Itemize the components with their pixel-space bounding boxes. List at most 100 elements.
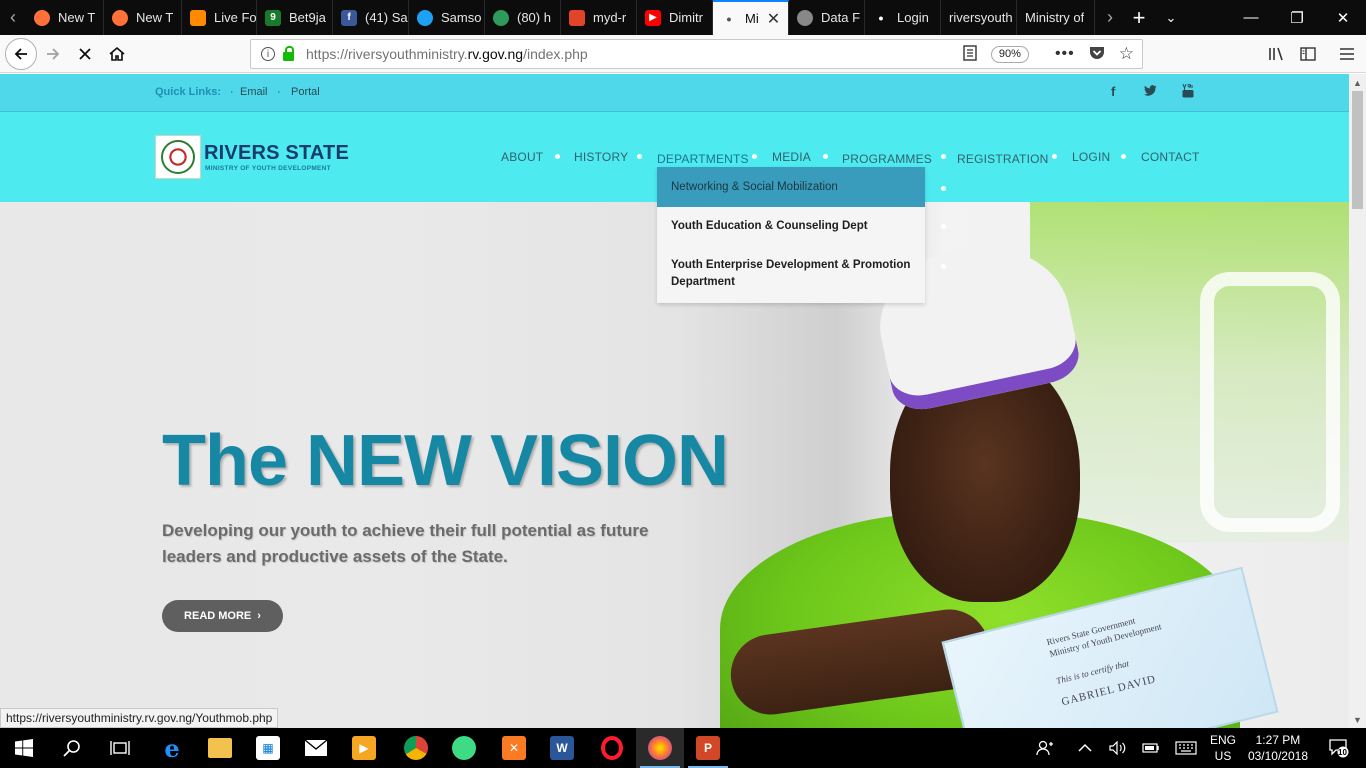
powerpoint-icon[interactable]: P bbox=[684, 728, 732, 768]
forward-button[interactable] bbox=[38, 39, 68, 69]
address-bar[interactable]: i https://riversyouthministry.rv.gov.ng/… bbox=[250, 39, 1143, 69]
region-label: US bbox=[1214, 749, 1232, 763]
lock-icon[interactable] bbox=[283, 45, 294, 61]
start-button[interactable] bbox=[0, 728, 48, 768]
list-all-tabs-icon[interactable]: ⌄ bbox=[1158, 0, 1184, 35]
volume-icon[interactable] bbox=[1109, 728, 1127, 768]
nav-departments[interactable]: DEPARTMENTS bbox=[657, 152, 749, 166]
system-clock[interactable]: 1:27 PM 03/10/2018 bbox=[1248, 732, 1308, 764]
browser-tab[interactable]: 9 Bet9ja bbox=[257, 0, 333, 35]
page-actions-icon[interactable]: ••• bbox=[1055, 45, 1075, 63]
word-icon[interactable]: W bbox=[538, 728, 586, 768]
browser-tab[interactable]: ▶ Dimitr bbox=[637, 0, 713, 35]
nav-programmes[interactable]: PROGRAMMES bbox=[842, 152, 932, 166]
task-view-icon[interactable] bbox=[96, 728, 144, 768]
browser-tab[interactable]: Samso bbox=[409, 0, 485, 35]
departments-dropdown: Networking & Social Mobilization Youth E… bbox=[657, 167, 925, 303]
facebook-icon[interactable]: f bbox=[1111, 84, 1115, 99]
search-icon[interactable] bbox=[48, 728, 96, 768]
tab-label: Mi bbox=[745, 11, 759, 26]
scroll-down-icon[interactable]: ▼ bbox=[1349, 711, 1366, 728]
reader-view-icon[interactable] bbox=[963, 44, 977, 64]
chrome-icon[interactable] bbox=[392, 728, 440, 768]
people-icon[interactable] bbox=[1036, 728, 1054, 768]
nav-registration[interactable]: REGISTRATION bbox=[957, 152, 1049, 166]
chevron-up-icon[interactable] bbox=[1078, 728, 1092, 768]
zoom-indicator[interactable]: 90% bbox=[990, 45, 1029, 63]
browser-tab[interactable]: • Login bbox=[865, 0, 941, 35]
dropdown-item-networking[interactable]: Networking & Social Mobilization bbox=[657, 167, 925, 207]
twitter-icon[interactable] bbox=[1144, 84, 1157, 99]
browser-tab[interactable]: f (41) Sa bbox=[333, 0, 409, 35]
tab-scroll-left-icon[interactable]: ‹ bbox=[0, 0, 26, 35]
quick-link-portal[interactable]: Portal bbox=[291, 86, 320, 98]
browser-tab[interactable]: Live Fo bbox=[182, 0, 257, 35]
firefox-icon[interactable] bbox=[636, 728, 684, 768]
store-icon[interactable]: ▦ bbox=[244, 728, 292, 768]
site-logo[interactable] bbox=[155, 135, 201, 179]
browser-tab[interactable]: (80) h bbox=[485, 0, 561, 35]
nav-media[interactable]: MEDIA bbox=[772, 150, 811, 164]
restore-icon[interactable]: ❐ bbox=[1274, 0, 1320, 35]
tab-label: riversyouth bbox=[949, 10, 1013, 25]
sidebar-icon[interactable] bbox=[1293, 39, 1323, 69]
read-more-button[interactable]: READ MORE › bbox=[162, 600, 283, 632]
new-tab-icon[interactable]: + bbox=[1126, 0, 1152, 35]
tab-label: Live Fo bbox=[214, 10, 256, 25]
nav-separator-dot bbox=[941, 264, 946, 269]
browser-tab[interactable]: myd-r bbox=[561, 0, 637, 35]
back-button[interactable] bbox=[5, 38, 37, 70]
facebook-icon: f bbox=[341, 9, 357, 26]
android-studio-icon[interactable] bbox=[440, 728, 488, 768]
url-text[interactable]: https://riversyouthministry.rv.gov.ng/in… bbox=[306, 46, 588, 62]
browser-tab[interactable]: New T bbox=[104, 0, 182, 35]
browser-tab-active[interactable]: • Mi ✕ bbox=[713, 0, 789, 35]
pocket-icon[interactable] bbox=[1089, 45, 1105, 63]
gitlab-icon bbox=[569, 9, 585, 26]
tab-scroll-right-icon[interactable]: › bbox=[1097, 0, 1123, 35]
browser-tab-strip: ‹ New T New T Live Fo 9 Bet9ja f (41) Sa… bbox=[0, 0, 1366, 35]
nav-separator-dot bbox=[555, 154, 560, 159]
close-window-icon[interactable]: ✕ bbox=[1320, 0, 1366, 35]
minimize-icon[interactable]: — bbox=[1228, 0, 1274, 35]
nav-separator-dot bbox=[1121, 154, 1126, 159]
browser-tab[interactable]: Data F bbox=[789, 0, 865, 35]
quick-link-email[interactable]: Email bbox=[240, 86, 268, 98]
site-info-icon[interactable]: i bbox=[261, 47, 275, 61]
youtube-icon[interactable] bbox=[1182, 83, 1194, 101]
nav-about[interactable]: ABOUT bbox=[501, 150, 543, 164]
brand-title[interactable]: RIVERS STATE bbox=[204, 142, 349, 165]
file-explorer-icon[interactable] bbox=[196, 728, 244, 768]
bookmark-star-icon[interactable]: ☆ bbox=[1119, 44, 1134, 64]
stop-button[interactable] bbox=[70, 39, 100, 69]
xampp-icon[interactable]: ✕ bbox=[490, 728, 538, 768]
browser-tab[interactable]: Ministry of bbox=[1017, 0, 1095, 35]
dropdown-item-youth-education[interactable]: Youth Education & Counseling Dept bbox=[657, 207, 925, 245]
input-language-indicator[interactable]: ENG US bbox=[1210, 732, 1236, 764]
page-scrollbar[interactable]: ▲ ▼ bbox=[1349, 74, 1366, 728]
mail-icon[interactable] bbox=[292, 728, 340, 768]
web-page: Quick Links: · Email · Portal f RIVERS S… bbox=[0, 74, 1349, 728]
nav-history[interactable]: HISTORY bbox=[574, 150, 628, 164]
tab-label: (41) Sa bbox=[365, 10, 408, 25]
library-icon[interactable] bbox=[1262, 39, 1292, 69]
edge-icon[interactable]: e bbox=[148, 728, 196, 768]
browser-tab[interactable]: New T bbox=[26, 0, 104, 35]
opera-icon[interactable] bbox=[588, 728, 636, 768]
keyboard-icon[interactable] bbox=[1175, 728, 1197, 768]
media-player-icon[interactable]: ▶ bbox=[340, 728, 388, 768]
nav-separator-dot bbox=[941, 154, 946, 159]
scrollbar-thumb[interactable] bbox=[1352, 91, 1363, 209]
scroll-up-icon[interactable]: ▲ bbox=[1349, 74, 1366, 91]
dropdown-item-youth-enterprise[interactable]: Youth Enterprise Development & Promotion… bbox=[657, 245, 925, 303]
home-button[interactable] bbox=[102, 39, 132, 69]
nav-separator-dot bbox=[637, 154, 642, 159]
nav-contact[interactable]: CONTACT bbox=[1141, 150, 1200, 164]
power-icon[interactable] bbox=[1142, 728, 1160, 768]
browser-tab[interactable]: riversyouth bbox=[941, 0, 1017, 35]
nav-login[interactable]: LOGIN bbox=[1072, 150, 1110, 164]
hamburger-menu-icon[interactable] bbox=[1332, 39, 1362, 69]
action-center-icon[interactable]: 10 bbox=[1322, 728, 1356, 768]
tab-label: New T bbox=[136, 10, 174, 25]
close-tab-icon[interactable]: ✕ bbox=[767, 9, 780, 29]
